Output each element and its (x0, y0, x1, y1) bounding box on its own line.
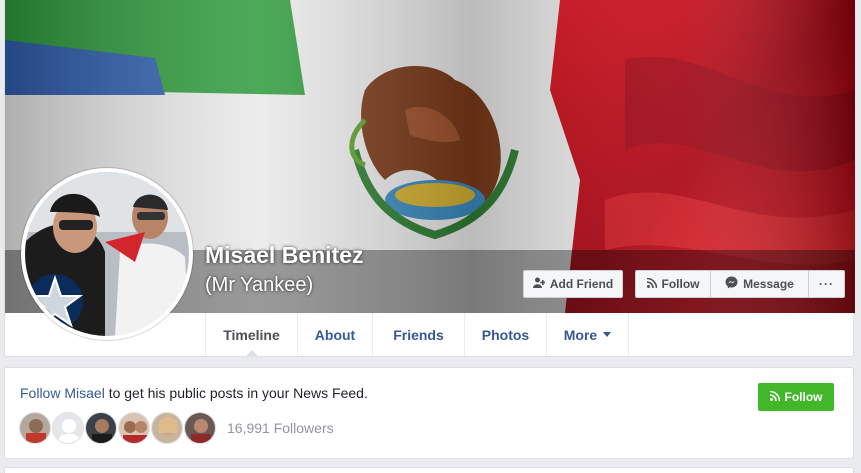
rss-icon (769, 390, 780, 404)
follower-avatar[interactable] (118, 412, 150, 444)
tab-label: Friends (393, 326, 444, 343)
follower-avatar[interactable] (184, 412, 216, 444)
profile-photo (25, 172, 189, 336)
follow-button[interactable]: Follow (636, 271, 711, 297)
tab-more[interactable]: More (546, 313, 629, 356)
profile-picture[interactable] (21, 168, 193, 340)
add-friend-icon (532, 277, 546, 292)
profile-name[interactable]: Misael Benitez (205, 242, 364, 269)
profile-header-card: Misael Benitez (Mr Yankee) Add Friend Fo… (4, 0, 855, 357)
follower-avatar[interactable] (52, 412, 84, 444)
profile-nav: Timeline About Friends Photos More (205, 313, 629, 356)
tab-label: Photos (481, 326, 530, 343)
follow-primary-label: Follow (784, 390, 823, 404)
message-label: Message (743, 277, 794, 291)
tab-label: More (563, 326, 598, 343)
follow-primary-button[interactable]: Follow (758, 383, 834, 411)
tab-label: About (314, 326, 356, 343)
tab-about[interactable]: About (297, 313, 372, 356)
followers-row: 16,991 Followers (19, 412, 334, 444)
message-button[interactable]: Message (711, 271, 809, 297)
next-card-edge (4, 467, 854, 473)
rss-icon (646, 277, 657, 291)
tab-photos[interactable]: Photos (464, 313, 546, 356)
follow-label: Follow (661, 277, 700, 291)
follow-profile-link[interactable]: Follow Misael (20, 385, 105, 401)
profile-nickname: (Mr Yankee) (205, 274, 314, 296)
more-options-button[interactable]: ··· (809, 271, 844, 297)
follow-prompt-card: Follow Misael to get his public posts in… (4, 367, 854, 459)
follower-avatar[interactable] (85, 412, 117, 444)
messenger-icon (725, 276, 738, 292)
add-friend-label: Add Friend (549, 277, 614, 291)
tab-timeline[interactable]: Timeline (205, 313, 297, 356)
tab-friends[interactable]: Friends (372, 313, 464, 356)
follow-prompt-suffix: to get his public posts in your News Fee… (104, 385, 368, 401)
follower-avatar[interactable] (19, 412, 51, 444)
followers-count[interactable]: 16,991 Followers (227, 420, 334, 436)
follow-prompt-text: Follow Misael to get his public posts in… (20, 385, 368, 401)
follower-avatar[interactable] (151, 412, 183, 444)
chevron-down-icon (603, 332, 612, 337)
tab-label: Timeline (223, 326, 280, 343)
profile-actions-group: Follow Message ··· (635, 270, 845, 298)
add-friend-button[interactable]: Add Friend (523, 270, 623, 298)
profile-page: Misael Benitez (Mr Yankee) Add Friend Fo… (0, 0, 861, 473)
